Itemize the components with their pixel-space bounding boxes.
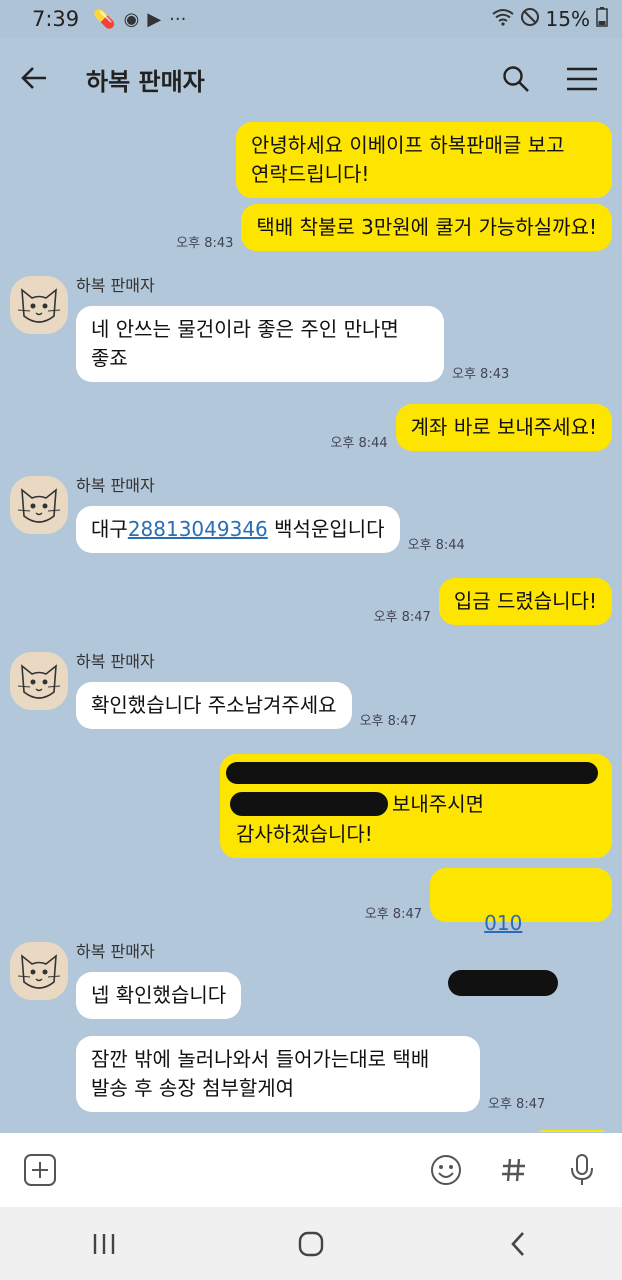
recent-apps-icon[interactable]: [84, 1224, 124, 1264]
other-message-bubble[interactable]: 네 안쓰는 물건이라 좋은 주인 만나면 좋죠: [76, 306, 444, 382]
android-nav-bar: [0, 1207, 622, 1280]
sender-name: 하복 판매자: [76, 942, 155, 961]
my-message-bubble[interactable]: 택배 착불로 3만원에 쿨거 가능하실까요!: [241, 204, 612, 251]
other-message-group: 하복 판매자 확인했습니다 주소남겨주세요 오후 8:47: [10, 652, 610, 742]
cat-avatar[interactable]: [10, 476, 68, 534]
account-number-link[interactable]: 28813049346: [128, 517, 268, 541]
sender-name: 하복 판매자: [76, 652, 155, 671]
sender-name: 하복 판매자: [76, 476, 155, 495]
my-message-bubble[interactable]: 계좌 바로 보내주세요!: [395, 404, 612, 451]
cat-avatar[interactable]: [10, 942, 68, 1000]
home-icon[interactable]: [291, 1224, 331, 1264]
dnd-icon: [520, 7, 540, 32]
search-icon[interactable]: [496, 59, 536, 99]
message-row: 오후 8:43 택배 착불로 3만원에 쿨거 가능하실까요!: [176, 204, 612, 251]
status-time: 7:39: [32, 7, 80, 31]
other-message-bubble[interactable]: 확인했습니다 주소남겨주세요: [76, 682, 352, 729]
redacted-address: [226, 762, 598, 784]
my-message-bubble[interactable]: 안녕하세요 이베이프 하복판매글 보고 연락드립니다!: [236, 122, 612, 198]
account-bank: 대구: [91, 517, 128, 541]
timestamp: 오후 8:47: [359, 714, 417, 729]
battery-icon: [596, 6, 608, 32]
other-message-bubble[interactable]: 넵 확인했습니다: [76, 972, 242, 1019]
timestamp: 오후 8:43: [176, 236, 234, 251]
partial-message-bubble: [534, 1130, 610, 1132]
other-message-group: 하복 판매자 넵 확인했습니다 잠깐 밖에 놀러나와서 들어가는대로 택배 발송…: [10, 942, 610, 1122]
hash-icon[interactable]: [494, 1150, 534, 1190]
message-row: 오후 8:47 입금 드렸습니다!: [374, 578, 612, 625]
nav-back-icon[interactable]: [498, 1224, 538, 1264]
more-dots-icon: ···: [169, 8, 187, 30]
timestamp: 오후 8:43: [452, 367, 510, 382]
back-arrow-icon[interactable]: [20, 59, 68, 99]
message-row: 보내주시면 감사하겠습니다!: [220, 754, 612, 858]
my-message-bubble[interactable]: 입금 드렸습니다!: [438, 578, 612, 625]
status-bar: 7:39 💊 ◉ ▶ ··· 15%: [0, 0, 622, 38]
timestamp: 오후 8:44: [330, 436, 388, 451]
my-message-bubble[interactable]: 보내주시면 감사하겠습니다!: [220, 754, 612, 858]
other-message-bubble[interactable]: 대구28813049346 백석운입니다: [76, 506, 400, 553]
phone-number-link[interactable]: 010: [484, 911, 522, 935]
sender-name: 하복 판매자: [76, 276, 155, 295]
address-message-text: 보내주시면: [392, 792, 484, 816]
mic-icon[interactable]: [562, 1150, 602, 1190]
plus-icon[interactable]: [20, 1150, 60, 1190]
message-row: 안녕하세요 이베이프 하복판매글 보고 연락드립니다!: [236, 122, 612, 198]
other-message-group: 하복 판매자 대구28813049346 백석운입니다 오후 8:44: [10, 476, 610, 566]
emoji-icon[interactable]: [426, 1150, 466, 1190]
other-message-group: 하복 판매자 네 안쓰는 물건이라 좋은 주인 만나면 좋죠 오후 8:43: [10, 276, 610, 386]
message-row: 오후 8:44 계좌 바로 보내주세요!: [330, 404, 612, 451]
cat-avatar[interactable]: [10, 652, 68, 710]
timestamp: 오후 8:47: [373, 610, 431, 625]
redacted-address: [230, 792, 388, 816]
play-icon: ▶: [147, 8, 162, 30]
other-message-bubble[interactable]: 잠깐 밖에 놀러나와서 들어가는대로 택배 발송 후 송장 첨부할게여: [76, 1036, 480, 1112]
timestamp: 오후 8:44: [407, 538, 465, 553]
timestamp: 오후 8:47: [488, 1097, 546, 1112]
menu-icon[interactable]: [562, 59, 602, 99]
my-message-bubble[interactable]: 010: [430, 868, 612, 996]
account-holder: 백석운입니다: [267, 517, 385, 541]
message-input-bar: [0, 1133, 622, 1207]
account-icon: ◉: [123, 8, 140, 30]
cat-avatar[interactable]: [10, 276, 68, 334]
chat-title: 하복 판매자: [86, 67, 205, 96]
pill-icon: 💊: [93, 8, 116, 30]
timestamp: 오후 8:47: [364, 907, 422, 922]
battery-text: 15%: [545, 7, 590, 31]
address-message-thanks: 감사하겠습니다!: [236, 822, 373, 846]
wifi-icon: [491, 7, 514, 31]
chat-area[interactable]: 안녕하세요 이베이프 하복판매글 보고 연락드립니다! 오후 8:43 택배 착…: [0, 120, 622, 1132]
chat-header: 하복 판매자: [0, 38, 622, 120]
message-row: 오후 8:47 010: [364, 868, 612, 996]
